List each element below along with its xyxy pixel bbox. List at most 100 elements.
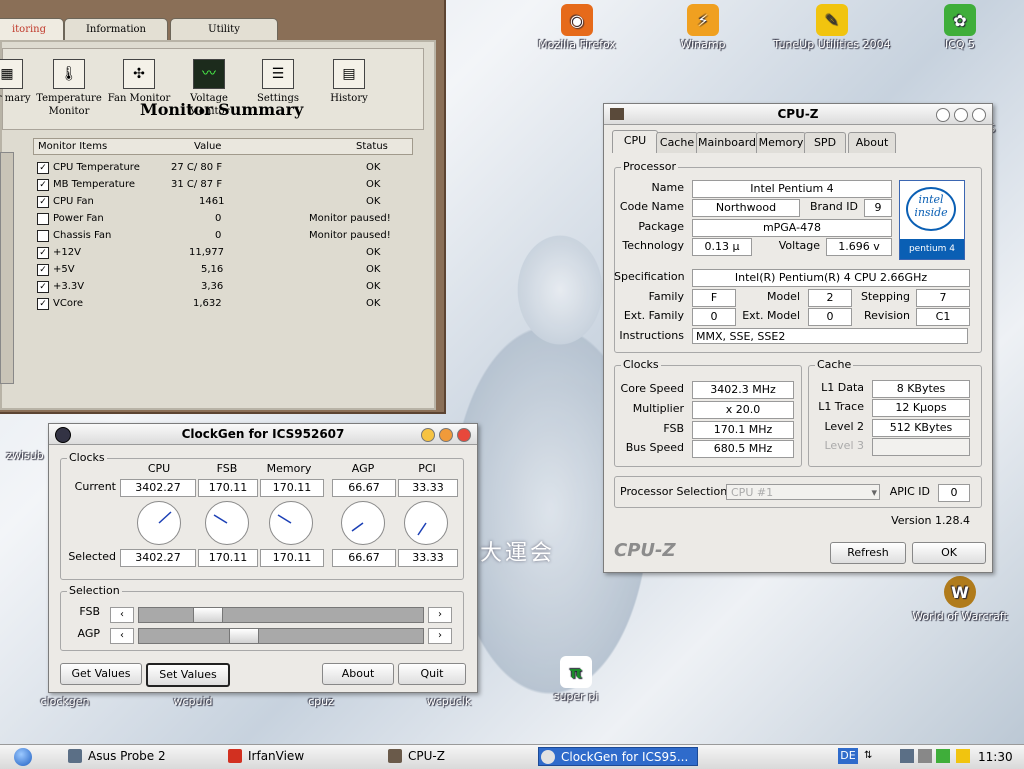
tab-cpu[interactable]: CPU (612, 130, 658, 153)
desktop-icon-tuneup[interactable]: ✎ TuneUp Utilities 2004 (766, 4, 898, 51)
cpu-dial (137, 501, 181, 545)
table-row[interactable]: ✓ CPU Fan 1461 OK (33, 193, 413, 210)
clock[interactable]: 11:30 (978, 748, 1013, 766)
get-values-button[interactable]: Get Values (60, 663, 142, 685)
tool-temperature-monitor[interactable]: 🌡 Temperature Monitor (31, 59, 107, 118)
minimize-button[interactable] (936, 108, 950, 122)
table-row[interactable]: ✓ +12V 11,977 OK (33, 244, 413, 261)
table-row[interactable]: ✓ CPU Temperature 27 C/ 80 F OK (33, 159, 413, 176)
set-values-button[interactable]: Set Values (146, 663, 230, 687)
group-legend: Clocks (621, 358, 661, 371)
row-checkbox[interactable] (37, 213, 49, 225)
tool-history[interactable]: ▤ History (311, 59, 387, 105)
tray-tuneup-icon[interactable] (956, 749, 970, 763)
clockgen-titlebar[interactable]: ClockGen for ICS952607 (49, 424, 477, 445)
fsb-slider-label: FSB (79, 605, 100, 618)
desktop-icon-wcpuid[interactable]: wcpuid (138, 695, 248, 708)
task-cpuz[interactable]: CPU-Z (386, 747, 536, 766)
row-checkbox[interactable] (37, 230, 49, 242)
row-checkbox[interactable]: ✓ (37, 162, 49, 174)
table-row[interactable]: ✓ MB Temperature 31 C/ 87 F OK (33, 176, 413, 193)
desktop-icon-wow[interactable]: W World of Warcraft (905, 576, 1015, 623)
agp-slider[interactable] (138, 628, 424, 644)
tab-about[interactable]: About (848, 132, 896, 153)
tray-network-icon[interactable] (918, 749, 932, 763)
intel-inside-ring: intel inside (906, 187, 956, 231)
row-checkbox[interactable]: ✓ (37, 196, 49, 208)
tab-spd[interactable]: SPD (804, 132, 846, 153)
tray-icq-icon[interactable] (936, 749, 950, 763)
start-menu-icon[interactable] (14, 748, 32, 766)
minimize-button[interactable] (421, 428, 435, 442)
desktop-icon-firefox[interactable]: ◉ Mozilla Firefox (522, 4, 632, 51)
desktop-icon-wcpuclk[interactable]: wcpuclk (394, 695, 504, 708)
cpuz-titlebar[interactable]: CPU-Z (604, 104, 992, 125)
row-checkbox[interactable]: ✓ (37, 281, 49, 293)
desktop-icon-clockgen[interactable]: clockgen (10, 695, 120, 708)
desktop-icon-label: TuneUp Utilities 2004 (773, 38, 891, 51)
fsb-slider[interactable] (138, 607, 424, 623)
task-irfanview[interactable]: IrfanView (226, 747, 376, 766)
refresh-button[interactable]: Refresh (830, 542, 906, 564)
multiplier-field: x 20.0 (692, 401, 794, 419)
table-row[interactable]: ✓ +3.3V 3,36 OK (33, 278, 413, 295)
group-legend: Cache (815, 358, 854, 371)
chevron-down-icon: ▾ (871, 486, 877, 499)
row-checkbox[interactable]: ✓ (37, 179, 49, 191)
tab-monitoring[interactable]: itoring (0, 18, 64, 41)
probe-side-scroll[interactable] (0, 152, 14, 384)
voltage-field: 1.696 v (826, 238, 892, 256)
tab-memory[interactable]: Memory (756, 132, 806, 153)
desktop-icon-winamp[interactable]: ⚡ Winamp (648, 4, 758, 51)
row-checkbox[interactable]: ✓ (37, 298, 49, 310)
item-name: MB Temperature (53, 179, 136, 190)
tab-mainboard[interactable]: Mainboard (696, 132, 758, 153)
task-label: Asus Probe 2 (88, 749, 166, 763)
col-header: Value (194, 141, 222, 152)
maximize-button[interactable] (954, 108, 968, 122)
close-button[interactable] (972, 108, 986, 122)
quit-button[interactable]: Quit (398, 663, 466, 685)
tab-information[interactable]: Information (64, 18, 168, 41)
tuneup-icon: ✎ (816, 4, 848, 36)
maximize-button[interactable] (439, 428, 453, 442)
tab-utility[interactable]: Utility (170, 18, 278, 41)
table-header: Monitor Items Value Status (33, 138, 413, 155)
stepping-label: Stepping (860, 290, 910, 303)
agp-decrease-button[interactable]: ‹ (110, 628, 134, 644)
fsb-decrease-button[interactable]: ‹ (110, 607, 134, 623)
desktop-icon-cpuz[interactable]: cpuz (266, 695, 376, 708)
row-checkbox[interactable]: ✓ (37, 247, 49, 259)
processor-selection-select[interactable]: CPU #1 ▾ (726, 484, 880, 500)
table-row[interactable]: ✓ VCore 1,632 OK (33, 295, 413, 312)
item-value: 0 (215, 230, 222, 241)
desktop-icon-icq[interactable]: ✿ ICQ 5 (905, 4, 1015, 51)
ok-button[interactable]: OK (912, 542, 986, 564)
tool-fan-monitor[interactable]: ✣ Fan Monitor (101, 59, 177, 105)
fsb-slider-thumb[interactable] (193, 607, 223, 623)
tab-cache[interactable]: Cache (656, 132, 698, 153)
agp-slider-label: AGP (77, 627, 101, 640)
agp-slider-thumb[interactable] (229, 628, 259, 644)
fsb-increase-button[interactable]: › (428, 607, 452, 623)
logo-text: inside (914, 206, 948, 219)
agp-increase-button[interactable]: › (428, 628, 452, 644)
row-checkbox[interactable]: ✓ (37, 264, 49, 276)
group-legend: Processor (621, 160, 678, 173)
task-asus-probe[interactable]: Asus Probe 2 (66, 747, 216, 766)
about-button[interactable]: About (322, 663, 394, 685)
tool-settings[interactable]: ☰ Settings (240, 59, 316, 105)
task-clockgen[interactable]: ClockGen for ICS95... (538, 747, 698, 766)
item-name: VCore (53, 298, 83, 309)
table-row[interactable]: Power Fan 0 Monitor paused! (33, 210, 413, 227)
table-row[interactable]: Chassis Fan 0 Monitor paused! (33, 227, 413, 244)
language-indicator[interactable]: DE (838, 748, 858, 764)
codename-field: Northwood (692, 199, 800, 217)
table-row[interactable]: ✓ +5V 5,16 OK (33, 261, 413, 278)
item-value: 1461 (199, 196, 225, 207)
tray-probe-icon[interactable] (900, 749, 914, 763)
language-toggle-icon[interactable]: ⇅ (864, 748, 876, 764)
close-button[interactable] (457, 428, 471, 442)
firefox-icon: ◉ (561, 4, 593, 36)
desktop-icon-superpi[interactable]: π super pi (521, 656, 631, 703)
